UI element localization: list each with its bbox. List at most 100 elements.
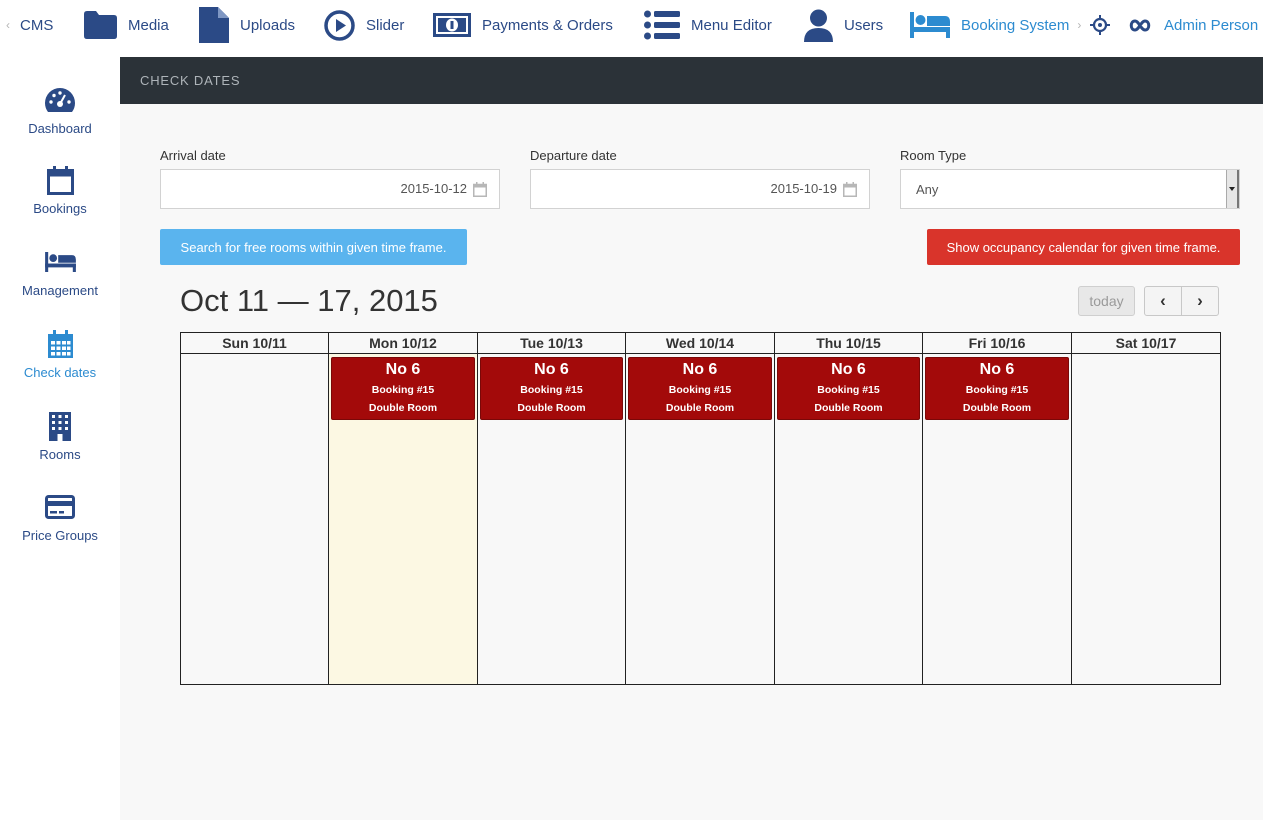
event-room-number: No 6	[682, 361, 718, 378]
nav-menu-editor[interactable]: Menu Editor	[644, 0, 772, 50]
event-booking-number: Booking #15	[965, 384, 1029, 396]
booking-event[interactable]: No 6 Booking #15 Double Room	[628, 357, 772, 420]
search-free-rooms-button[interactable]: Search for free rooms within given time …	[160, 229, 467, 265]
event-booking-number: Booking #15	[668, 384, 732, 396]
day-column: Mon 10/12 No 6 Booking #15 Double Room	[329, 333, 478, 684]
nav-users[interactable]: Users	[804, 0, 883, 50]
sidebar: Dashboard Bookings Management Check date…	[0, 50, 120, 820]
list-icon	[644, 10, 680, 40]
day-header: Sat 10/17	[1072, 333, 1220, 354]
nav-label: Payments & Orders	[482, 16, 613, 34]
nav-label: Menu Editor	[691, 16, 772, 34]
nav-label: Media	[128, 16, 169, 34]
room-type-value: Any	[916, 182, 939, 197]
arrival-date-field[interactable]: 2015-10-12	[160, 169, 500, 209]
nav-payments[interactable]: Payments & Orders	[433, 0, 613, 50]
banknote-icon	[433, 13, 471, 37]
booking-event[interactable]: No 6 Booking #15 Double Room	[777, 357, 920, 420]
day-cell[interactable]: No 6 Booking #15 Double Room	[478, 354, 625, 684]
event-room-type: Double Room	[368, 402, 438, 414]
booking-event[interactable]: No 6 Booking #15 Double Room	[480, 357, 623, 420]
show-occupancy-button[interactable]: Show occupancy calendar for given time f…	[927, 229, 1240, 265]
nav-label: Admin Person	[1164, 16, 1259, 34]
file-icon	[199, 7, 229, 43]
sidebar-item-check-dates[interactable]: Check dates	[0, 329, 120, 401]
folder-icon	[84, 11, 117, 39]
booking-event[interactable]: No 6 Booking #15 Double Room	[331, 357, 475, 420]
calendar-icon	[843, 182, 857, 202]
day-column: Sat 10/17	[1072, 333, 1220, 684]
day-cell[interactable]: No 6 Booking #15 Double Room	[626, 354, 774, 684]
calendar-week-grid: Sun 10/11 Mon 10/12 No 6 Booking #15 Double …	[180, 332, 1221, 685]
day-column: Wed 10/14 No 6 Booking #15 Double Room	[626, 333, 775, 684]
sidebar-item-rooms[interactable]: Rooms	[0, 411, 120, 483]
sidebar-item-management[interactable]: Management	[0, 247, 120, 319]
booking-event[interactable]: No 6 Booking #15 Double Room	[925, 357, 1069, 420]
nav-label: Booking System	[961, 16, 1070, 34]
nav-admin-person[interactable]: Admin Person	[1129, 0, 1258, 50]
day-column: Thu 10/15 No 6 Booking #15 Double Room	[775, 333, 923, 684]
dashboard-icon	[45, 85, 75, 115]
event-room-type: Double Room	[814, 402, 883, 414]
main-content: CHECK DATES Arrival date 2015-10-12 Depa…	[120, 57, 1263, 820]
nav-crosshair[interactable]	[1090, 0, 1110, 50]
event-room-type: Double Room	[665, 402, 735, 414]
nav-label: Users	[844, 16, 884, 34]
sidebar-item-bookings[interactable]: Bookings	[0, 165, 120, 237]
nav-cms[interactable]: ‹ CMS	[6, 0, 53, 50]
calendar-icon	[46, 165, 74, 195]
sidebar-item-label: Dashboard	[28, 121, 92, 136]
nav-label: CMS	[20, 16, 54, 34]
bed-icon	[44, 247, 76, 277]
infinity-icon	[1129, 18, 1151, 32]
sidebar-item-label: Check dates	[23, 365, 97, 380]
departure-date-label: Departure date	[530, 148, 617, 163]
sidebar-item-label: Bookings	[33, 201, 87, 216]
calendar-title: Oct 11 — 17, 2015	[180, 283, 438, 318]
top-navigation: ‹ CMS Media Uploads Slider Payments & Or…	[0, 0, 1263, 50]
prev-week-button[interactable]: ‹	[1144, 286, 1182, 316]
day-header: Fri 10/16	[923, 333, 1071, 354]
event-room-number: No 6	[534, 361, 569, 378]
sidebar-item-dashboard[interactable]: Dashboard	[0, 85, 120, 157]
event-room-number: No 6	[385, 361, 421, 378]
sidebar-item-price-groups[interactable]: Price Groups	[0, 492, 120, 564]
day-column: Tue 10/13 No 6 Booking #15 Double Room	[478, 333, 626, 684]
sidebar-item-label: Rooms	[39, 447, 81, 462]
day-header: Sun 10/11	[181, 333, 328, 354]
day-cell[interactable]: No 6 Booking #15 Double Room	[923, 354, 1071, 684]
event-booking-number: Booking #15	[520, 384, 583, 396]
next-week-button[interactable]: ›	[1181, 286, 1219, 316]
day-cell[interactable]: No 6 Booking #15 Double Room	[775, 354, 922, 684]
day-header: Mon 10/12	[329, 333, 477, 354]
nav-booking-system[interactable]: Booking System ›	[910, 0, 1081, 50]
nav-uploads[interactable]: Uploads	[199, 0, 295, 50]
room-type-label: Room Type	[900, 148, 967, 163]
dropdown-arrow-icon[interactable]	[1226, 170, 1239, 208]
sidebar-item-label: Management	[22, 283, 98, 298]
day-column: Sun 10/11	[181, 333, 329, 684]
event-room-type: Double Room	[517, 402, 586, 414]
today-button[interactable]: today	[1078, 286, 1135, 316]
day-cell[interactable]	[1072, 354, 1220, 684]
departure-date-field[interactable]: 2015-10-19	[530, 169, 870, 209]
day-cell[interactable]	[181, 354, 328, 684]
bed-icon	[910, 12, 950, 38]
nav-label: Slider	[366, 16, 405, 34]
credit-card-icon	[45, 492, 75, 522]
day-header: Wed 10/14	[626, 333, 774, 354]
nav-slider[interactable]: Slider	[324, 0, 404, 50]
nav-media[interactable]: Media	[84, 0, 169, 50]
arrival-date-label: Arrival date	[160, 148, 226, 163]
room-type-select[interactable]: Any	[900, 169, 1240, 209]
event-room-number: No 6	[979, 361, 1015, 378]
page-header: CHECK DATES	[120, 57, 1263, 104]
play-circle-icon	[324, 9, 355, 41]
calendar-icon	[473, 182, 487, 202]
back-chevron-icon: ‹	[6, 18, 10, 32]
day-header: Thu 10/15	[775, 333, 922, 354]
day-cell-today[interactable]: No 6 Booking #15 Double Room	[329, 354, 477, 684]
day-header: Tue 10/13	[478, 333, 625, 354]
building-icon	[49, 411, 71, 441]
page-title: CHECK DATES	[140, 73, 241, 88]
